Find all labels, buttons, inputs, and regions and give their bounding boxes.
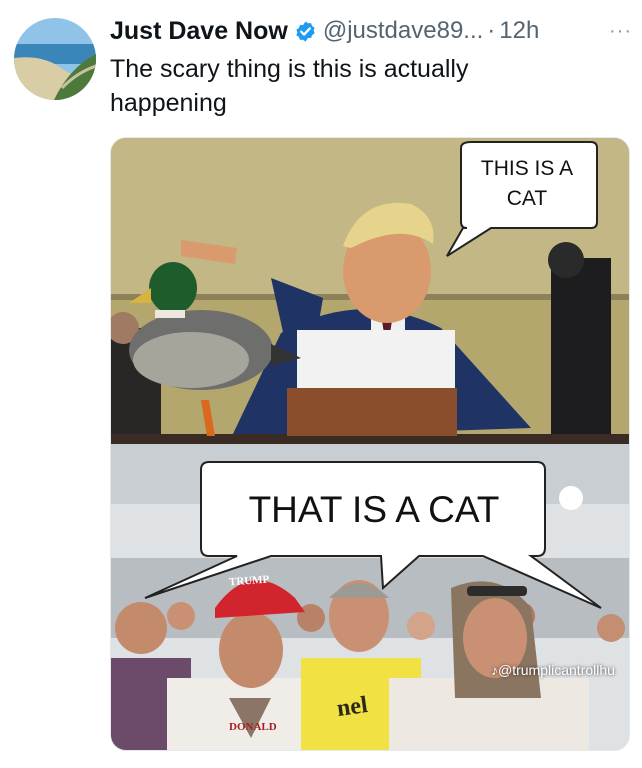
bottom-speech-bubble-text: THAT IS A CAT xyxy=(248,489,500,530)
tweet-header: Just Dave Now @justdave89... · 12h ··· xyxy=(110,14,632,48)
tweet-media-image[interactable]: THIS IS A CAT THAT IS A CAT TRUMP DONALD… xyxy=(110,137,630,751)
verified-badge-icon xyxy=(294,20,317,43)
watermark-text: ♪@trumplicantrollhu xyxy=(491,662,615,678)
author-name[interactable]: Just Dave Now xyxy=(110,17,288,46)
tweet-text: The scary thing is this is actually happ… xyxy=(110,55,469,117)
avatar[interactable] xyxy=(14,18,96,100)
more-options-icon[interactable]: ··· xyxy=(609,20,632,43)
shirt-text: DONALD xyxy=(229,721,277,733)
author-handle[interactable]: @justdave89... xyxy=(323,17,483,45)
top-speech-bubble-text: THIS IS A CAT xyxy=(480,157,574,210)
separator-dot: · xyxy=(487,17,496,44)
tweet-timestamp[interactable]: 12h xyxy=(499,17,539,45)
yellow-shirt-text: nel xyxy=(335,691,370,723)
